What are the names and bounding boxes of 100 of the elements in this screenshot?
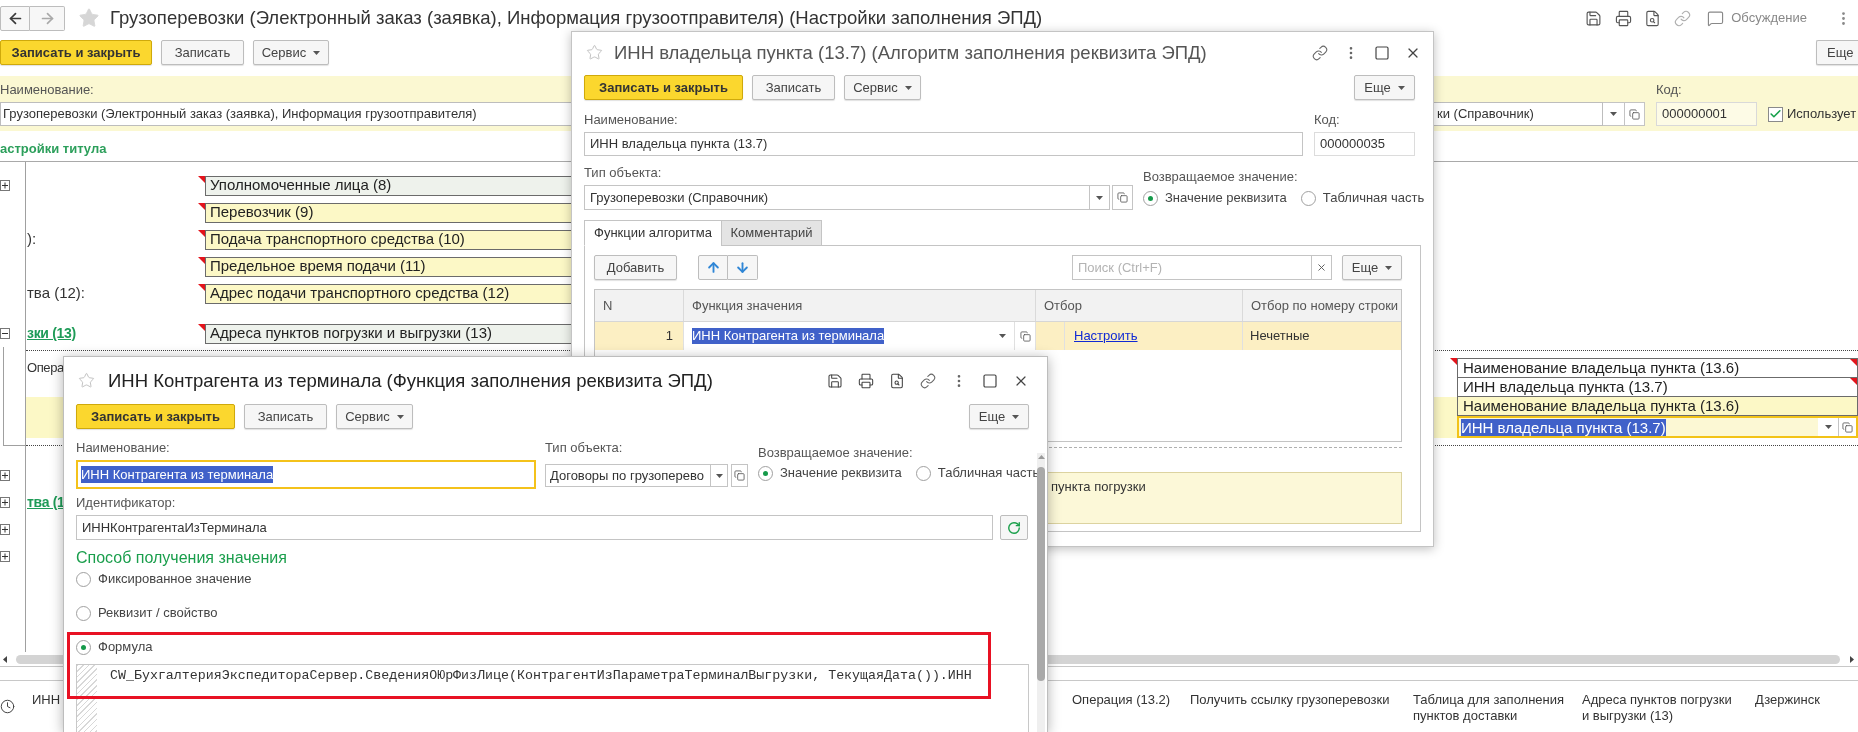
more-button[interactable]: Еще bbox=[1342, 255, 1402, 280]
open-button[interactable] bbox=[1838, 418, 1856, 436]
service-menu-button[interactable]: Сервис bbox=[253, 40, 329, 65]
save-and-close-button[interactable]: Записать и закрыть bbox=[584, 75, 743, 100]
value-editor[interactable]: ИНН владельца пункта (13.7) bbox=[1457, 416, 1858, 438]
open-button[interactable] bbox=[1625, 102, 1645, 126]
group-link[interactable]: зки (13) bbox=[27, 323, 76, 344]
open-button[interactable] bbox=[731, 464, 748, 487]
plus-box-icon[interactable] bbox=[0, 470, 10, 481]
search-field[interactable]: Поиск (Ctrl+F) bbox=[1072, 255, 1312, 280]
setting-field[interactable]: Адрес подачи транспортного средства (12) bbox=[205, 283, 572, 304]
name-field[interactable]: ИНН Контрагента из терминала bbox=[76, 460, 536, 489]
refresh-icon bbox=[1007, 520, 1021, 535]
section-title: Способ получения значения bbox=[76, 548, 288, 568]
plus-box-icon[interactable] bbox=[0, 551, 10, 562]
tab[interactable]: Комментарий bbox=[721, 220, 822, 246]
radio-label: Значение реквизита bbox=[1165, 189, 1287, 208]
minus-box-icon[interactable] bbox=[0, 328, 10, 339]
table-cell-text: 1 bbox=[664, 327, 674, 346]
refresh-button[interactable] bbox=[1000, 515, 1028, 540]
plus-box-icon[interactable] bbox=[0, 497, 10, 508]
radio-button[interactable] bbox=[1143, 190, 1158, 206]
selected-text: ИНН Контрагента из терминала bbox=[81, 466, 274, 483]
setting-field[interactable]: Адреса пунктов погрузки и выгрузки (13) bbox=[205, 323, 572, 344]
checkbox-label: Использует bbox=[1787, 105, 1857, 124]
name-field[interactable]: ИНН владельца пункта (13.7) bbox=[584, 132, 1303, 156]
group-link[interactable]: тва (1 bbox=[27, 492, 65, 513]
radio-button[interactable] bbox=[915, 465, 931, 481]
setting-field[interactable]: Перевозчик (9) bbox=[205, 202, 572, 223]
link-icon[interactable] bbox=[920, 372, 936, 389]
back-button[interactable] bbox=[0, 5, 30, 31]
save-icon[interactable] bbox=[1585, 9, 1603, 27]
save-button[interactable]: Записать bbox=[752, 75, 835, 100]
save-icon[interactable] bbox=[827, 372, 843, 389]
add-button[interactable]: Добавить bbox=[594, 255, 677, 280]
vertical-scrollbar[interactable] bbox=[1037, 453, 1045, 732]
tab[interactable]: Функции алгоритма bbox=[584, 220, 722, 246]
setting-field[interactable]: Уполномоченные лица (8) bbox=[205, 175, 572, 196]
discussion-button[interactable]: Обсуждение bbox=[1707, 8, 1807, 28]
setting-field[interactable]: Наименование владельца пункта (13.6) bbox=[1457, 358, 1858, 378]
radio-label: Формула bbox=[98, 638, 153, 657]
speech-bubble-icon bbox=[1707, 9, 1725, 27]
clear-button[interactable] bbox=[1312, 255, 1332, 280]
link-icon[interactable] bbox=[1312, 44, 1328, 61]
open-button[interactable] bbox=[1112, 185, 1133, 210]
caret-right-icon[interactable] bbox=[1850, 655, 1854, 663]
maximize-icon[interactable] bbox=[1374, 44, 1390, 61]
column-header: Отбор по номеру строки bbox=[1242, 290, 1401, 321]
move-up-button[interactable] bbox=[698, 255, 728, 280]
plus-box-icon[interactable] bbox=[0, 180, 10, 191]
setting-field[interactable]: Предельное время подачи (11) bbox=[205, 256, 572, 277]
dropdown-button[interactable] bbox=[711, 464, 728, 487]
star-icon[interactable] bbox=[78, 7, 100, 29]
radio-button[interactable] bbox=[758, 465, 773, 481]
object-type-field[interactable]: Грузоперевозки (Справочник) bbox=[584, 185, 1090, 210]
radio-button[interactable] bbox=[1300, 190, 1316, 206]
name-field[interactable]: Грузоперевозки (Электронный заказ (заявка), Информация грузоотправителя) bbox=[0, 102, 572, 126]
caret-left-icon[interactable] bbox=[3, 655, 7, 663]
move-down-button[interactable] bbox=[728, 255, 758, 280]
more-button[interactable]: Еще bbox=[969, 404, 1029, 429]
checkbox[interactable] bbox=[1768, 106, 1783, 122]
document-search-icon[interactable] bbox=[889, 372, 905, 389]
service-menu-button[interactable]: Сервис bbox=[844, 75, 921, 100]
radio-button[interactable] bbox=[76, 639, 91, 655]
service-menu-button[interactable]: Сервис bbox=[336, 404, 413, 429]
configure-link[interactable]: Настроить bbox=[1074, 326, 1138, 346]
identifier-field[interactable]: ИННКонтрагентаИзТерминала bbox=[76, 515, 993, 540]
star-icon[interactable] bbox=[78, 372, 95, 389]
more-button[interactable]: Еще bbox=[1816, 40, 1858, 65]
table-cell-text: Таблица для заполнения пунктов доставки bbox=[1413, 692, 1566, 724]
radio-button[interactable] bbox=[76, 605, 91, 621]
plus-box-icon[interactable] bbox=[0, 524, 10, 535]
radio-button[interactable] bbox=[76, 571, 91, 587]
field-label: Наименование: bbox=[0, 82, 95, 98]
selected-text: ИНН владельца пункта (13.7) bbox=[1461, 418, 1666, 436]
save-and-close-button[interactable]: Записать и закрыть bbox=[76, 404, 235, 429]
print-icon[interactable] bbox=[858, 372, 874, 389]
code-field[interactable]: 000000001 bbox=[1656, 102, 1757, 126]
save-and-close-button[interactable]: Записать и закрыть bbox=[0, 40, 152, 65]
setting-field[interactable]: Подача транспортного средства (10) bbox=[205, 229, 572, 250]
print-icon[interactable] bbox=[1615, 9, 1633, 27]
selected-text[interactable]: ИНН Контрагента из терминала bbox=[692, 328, 885, 344]
dropdown-button[interactable] bbox=[1818, 418, 1838, 436]
scrollbar-thumb[interactable] bbox=[1037, 467, 1045, 681]
save-button[interactable]: Записать bbox=[244, 404, 327, 429]
maximize-icon[interactable] bbox=[982, 372, 998, 389]
dropdown-button[interactable] bbox=[1090, 185, 1110, 210]
table-row[interactable]: 1 ИНН Контрагента из терминала Настроить Нечетные bbox=[595, 322, 1401, 350]
star-icon[interactable] bbox=[586, 44, 603, 61]
more-button[interactable]: Еще bbox=[1354, 75, 1415, 100]
code-field[interactable]: 000000035 bbox=[1314, 132, 1415, 156]
field-label: Наименование: bbox=[584, 112, 679, 128]
object-type-field[interactable]: Договоры по грузоперево bbox=[545, 464, 711, 487]
link-icon[interactable] bbox=[1674, 9, 1692, 27]
section-title: астройки титула bbox=[0, 141, 107, 157]
caret-up-icon[interactable] bbox=[1037, 455, 1045, 459]
document-search-icon[interactable] bbox=[1644, 9, 1662, 27]
save-button[interactable]: Записать bbox=[161, 40, 244, 65]
dropdown-button[interactable] bbox=[1603, 102, 1625, 126]
formula-editor[interactable]: CW_БухгалтерияЭкспедитораСервер.СведенияОЮрФизЛице(КонтрагентИзПараметраТерминалВыгрузки, ТекущаяДата()).ИНН bbox=[76, 664, 1029, 732]
